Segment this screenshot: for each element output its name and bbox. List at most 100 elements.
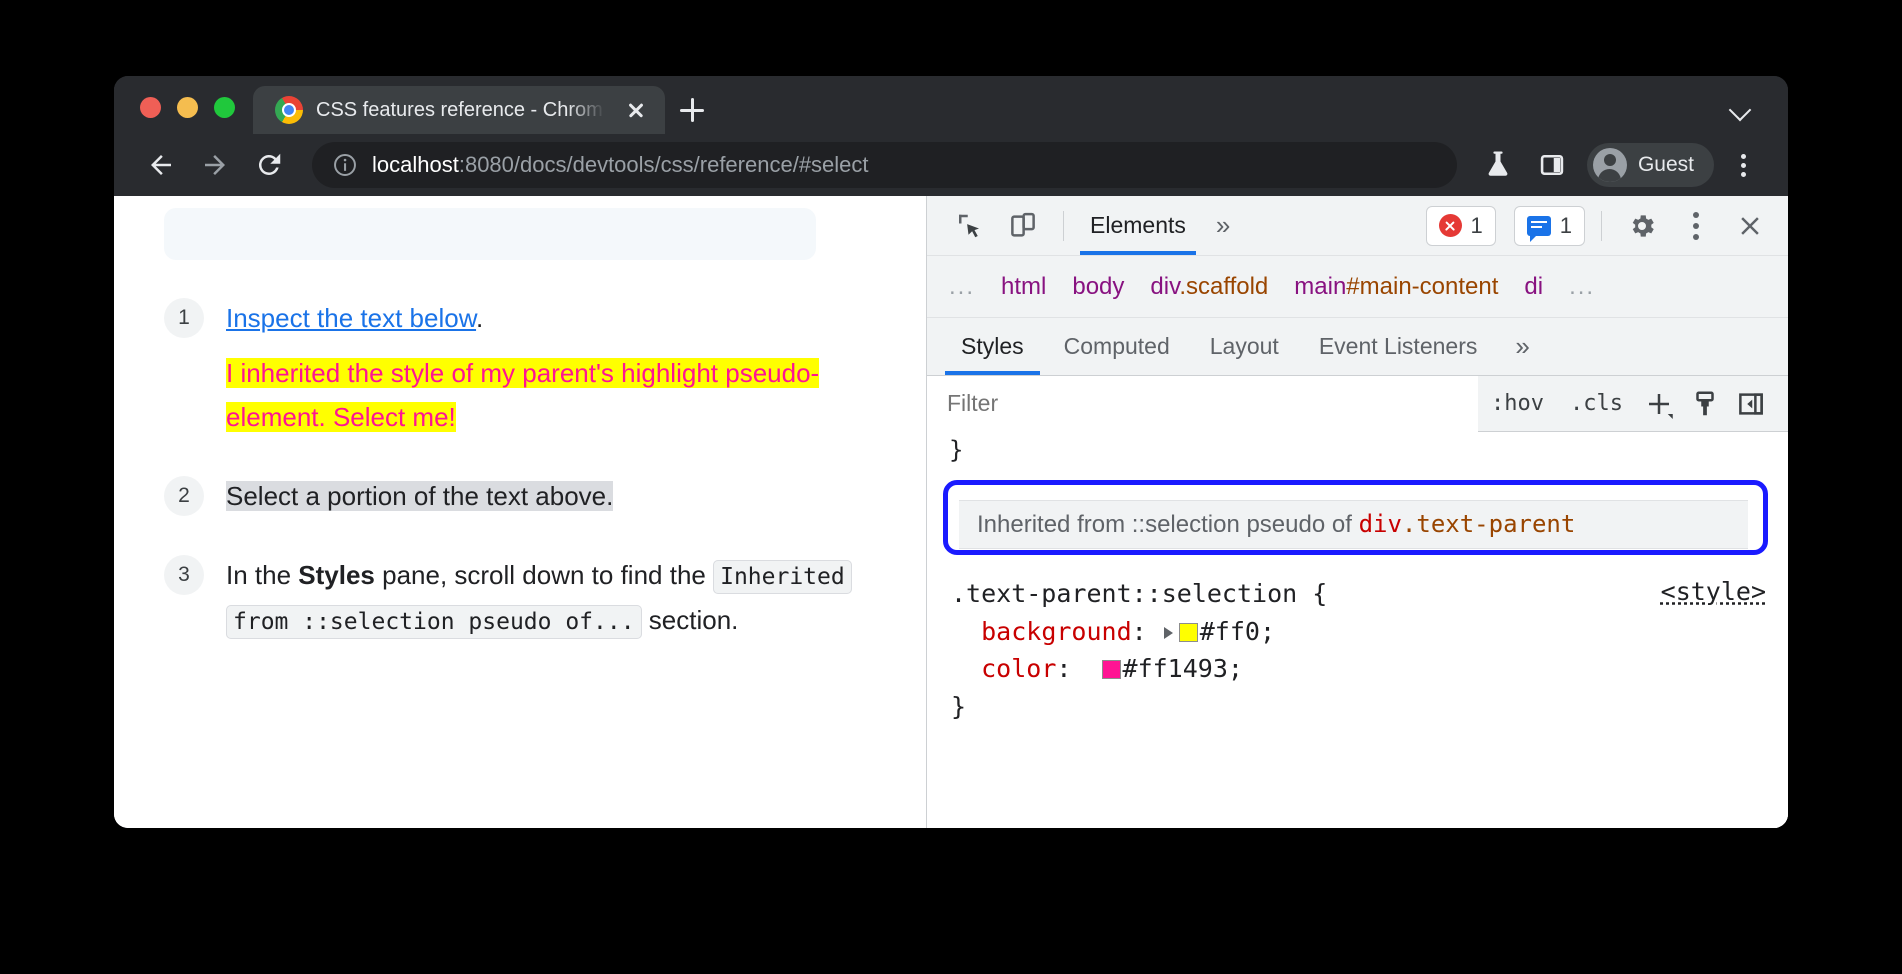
flask-icon[interactable] — [1473, 140, 1523, 190]
css-property-name[interactable]: background — [981, 617, 1132, 646]
tab-styles[interactable]: Styles — [945, 318, 1040, 375]
error-circle-icon — [1439, 214, 1462, 237]
page-callout-box — [164, 208, 816, 260]
breadcrumb: ... html body div.scaffold main#main-con… — [927, 256, 1788, 318]
styles-filter-row: :hov .cls — [927, 376, 1788, 432]
step-number: 3 — [164, 555, 204, 595]
breadcrumb-tag: main — [1294, 273, 1346, 300]
new-tab-button[interactable] — [665, 86, 719, 134]
back-arrow-icon[interactable] — [136, 140, 186, 190]
address-bar[interactable]: localhost:8080/docs/devtools/css/referen… — [312, 142, 1457, 188]
breadcrumb-overflow-left[interactable]: ... — [949, 273, 975, 301]
navigation-toolbar: localhost:8080/docs/devtools/css/referen… — [114, 134, 1788, 196]
breadcrumb-item-main-content[interactable]: main#main-content — [1294, 273, 1498, 301]
chevron-double-right-icon[interactable]: » — [1501, 331, 1543, 362]
breadcrumb-tag: html — [1001, 273, 1046, 300]
close-icon[interactable] — [1726, 204, 1774, 248]
tab-event-listeners[interactable]: Event Listeners — [1303, 318, 1494, 375]
message-count: 1 — [1560, 213, 1572, 239]
step3-pre: In the — [226, 560, 298, 590]
breadcrumb-item-body[interactable]: body — [1072, 273, 1124, 301]
tab-layout[interactable]: Layout — [1194, 318, 1295, 375]
css-property-value[interactable]: #ff0; — [1200, 617, 1275, 646]
profile-name: Guest — [1638, 153, 1694, 177]
step-number: 2 — [164, 476, 204, 516]
window-traffic-lights — [114, 97, 253, 134]
step3-mid: pane, scroll down to find the — [375, 560, 713, 590]
browser-window: CSS features reference - Chrom — [114, 76, 1788, 828]
truncated-rule-above: } — [927, 432, 1788, 464]
tab-layout-label: Layout — [1210, 333, 1279, 360]
reload-icon[interactable] — [244, 140, 294, 190]
info-circle-icon — [332, 152, 358, 178]
css-close-brace: } — [951, 688, 1788, 726]
forward-arrow-icon[interactable] — [190, 140, 240, 190]
window-close-button[interactable] — [140, 97, 161, 118]
window-zoom-button[interactable] — [214, 97, 235, 118]
web-page-content: 1 Inspect the text below. I inherited th… — [114, 196, 926, 828]
plus-icon[interactable] — [1636, 381, 1682, 427]
style-source-link[interactable]: <style> — [1661, 577, 1766, 606]
profile-button[interactable]: Guest — [1587, 143, 1714, 187]
gear-icon[interactable] — [1618, 204, 1666, 248]
step-number: 1 — [164, 298, 204, 338]
styles-bold: Styles — [298, 560, 375, 590]
inspect-text-link[interactable]: Inspect the text below — [226, 303, 476, 333]
breadcrumb-tag: div — [1150, 273, 1179, 300]
css-property-value[interactable]: #ff1493; — [1123, 654, 1243, 683]
inspect-element-icon[interactable] — [945, 204, 993, 248]
close-icon[interactable] — [621, 95, 651, 125]
css-rule-block: .text-parent::selection { background: #f… — [927, 559, 1788, 725]
styles-pane-tabs: Styles Computed Layout Event Listeners » — [927, 318, 1788, 376]
device-toolbar-icon[interactable] — [999, 204, 1047, 248]
chrome-logo-icon — [275, 96, 303, 124]
inherited-from-banner[interactable]: Inherited from ::selection pseudo of div… — [959, 500, 1748, 549]
side-panel-icon[interactable] — [1527, 140, 1577, 190]
screenshot-root: CSS features reference - Chrom — [0, 0, 1902, 974]
chevron-down-icon[interactable] — [1728, 96, 1754, 122]
viewport: 1 Inspect the text below. I inherited th… — [114, 196, 1788, 828]
color-swatch[interactable] — [1102, 660, 1121, 679]
cls-toggle[interactable]: .cls — [1557, 391, 1636, 416]
step-content: Inspect the text below. I inherited the … — [226, 296, 890, 440]
paintbrush-icon[interactable] — [1682, 381, 1728, 427]
breadcrumb-tag: body — [1072, 273, 1124, 300]
breadcrumb-item-html[interactable]: html — [1001, 273, 1046, 301]
kebab-menu-icon[interactable] — [1672, 204, 1720, 248]
error-count: 1 — [1471, 213, 1483, 239]
inherited-prefix: Inherited from ::selection pseudo of — [977, 511, 1359, 538]
chevron-double-right-icon[interactable]: » — [1202, 210, 1244, 241]
css-property-name[interactable]: color — [981, 654, 1056, 683]
css-declaration-background[interactable]: background: #ff0; — [951, 613, 1788, 651]
url-path: :8080/docs/devtools/css/reference/#selec… — [459, 152, 869, 177]
tab-computed[interactable]: Computed — [1048, 318, 1186, 375]
breadcrumb-overflow-right[interactable]: ... — [1569, 273, 1595, 301]
url-text: localhost:8080/docs/devtools/css/referen… — [372, 152, 869, 178]
css-declaration-color[interactable]: color: #ff1493; — [951, 650, 1788, 688]
selected-text: Select a portion of the text above. — [226, 481, 613, 511]
error-badge[interactable]: 1 — [1426, 206, 1496, 246]
colon-1: : — [1132, 617, 1162, 646]
toolbar-divider-2 — [1601, 211, 1602, 241]
color-swatch[interactable] — [1179, 623, 1198, 642]
browser-tab[interactable]: CSS features reference - Chrom — [253, 86, 665, 134]
breadcrumb-item-di[interactable]: di — [1524, 273, 1543, 301]
breadcrumb-tag: di — [1524, 273, 1543, 300]
hov-toggle[interactable]: :hov — [1478, 391, 1557, 416]
inherited-banner-wrapper: Inherited from ::selection pseudo of div… — [939, 476, 1772, 559]
message-badge[interactable]: 1 — [1514, 206, 1585, 246]
step-content: In the Styles pane, scroll down to find … — [226, 553, 890, 642]
kebab-menu-icon[interactable] — [1718, 140, 1768, 190]
inherited-tag: div — [1359, 510, 1402, 538]
collapse-sidebar-icon[interactable] — [1728, 381, 1774, 427]
breadcrumb-item-div-scaffold[interactable]: div.scaffold — [1150, 273, 1268, 301]
list-item: 2 Select a portion of the text above. — [164, 474, 890, 519]
window-minimize-button[interactable] — [177, 97, 198, 118]
tab-elements[interactable]: Elements — [1080, 197, 1196, 255]
list-item: 3 In the Styles pane, scroll down to fin… — [164, 553, 890, 642]
tab-styles-label: Styles — [961, 333, 1024, 360]
styles-rules-list: } Inherited from ::selection pseudo of d… — [927, 432, 1788, 828]
chevron-right-icon[interactable] — [1164, 627, 1173, 639]
search-input[interactable] — [927, 376, 1478, 432]
instruction-list: 1 Inspect the text below. I inherited th… — [164, 296, 890, 676]
